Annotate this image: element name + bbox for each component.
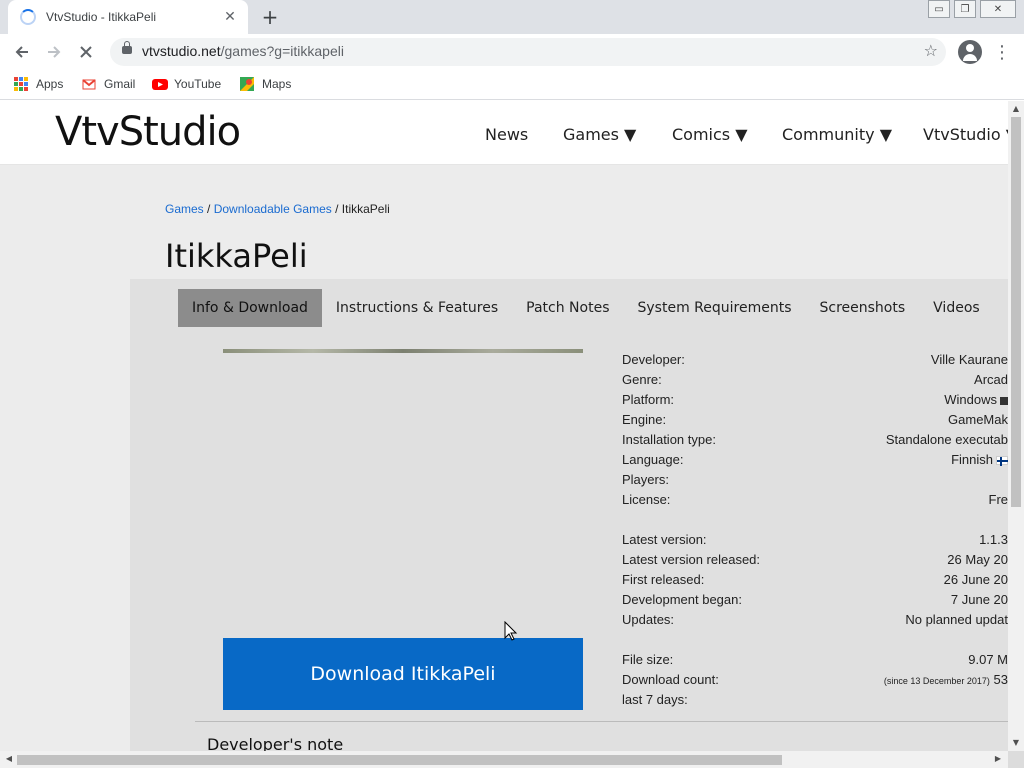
site-logo[interactable]: VtvStudio bbox=[55, 109, 241, 155]
breadcrumb-games[interactable]: Games bbox=[165, 202, 204, 216]
loading-spinner-icon bbox=[20, 9, 36, 25]
tab-title: VtvStudio - ItikkaPeli bbox=[46, 10, 157, 24]
media-viewer[interactable] bbox=[223, 349, 583, 353]
bookmarks-bar: Apps Gmail YouTube Maps bbox=[0, 70, 1024, 100]
scroll-right-icon[interactable]: ▶ bbox=[990, 754, 1006, 763]
browser-tab[interactable]: VtvStudio - ItikkaPeli ✕ bbox=[8, 0, 248, 34]
nav-games[interactable]: Games ▼ bbox=[563, 125, 636, 144]
bookmark-gmail[interactable]: Gmail bbox=[82, 77, 135, 91]
breadcrumb-downloadable-games[interactable]: Downloadable Games bbox=[214, 202, 332, 216]
youtube-icon bbox=[152, 77, 168, 91]
scroll-left-icon[interactable]: ◀ bbox=[1, 754, 17, 763]
nav-comics[interactable]: Comics ▼ bbox=[672, 125, 748, 144]
mouse-cursor-icon bbox=[504, 621, 518, 641]
nav-community[interactable]: Community ▼ bbox=[782, 125, 892, 144]
minimize-button[interactable]: ▭ bbox=[928, 0, 950, 18]
bookmark-apps[interactable]: Apps bbox=[14, 77, 63, 91]
restore-button[interactable]: ❐ bbox=[954, 0, 976, 18]
tab-screenshots[interactable]: Screenshots bbox=[806, 289, 920, 327]
vertical-scrollbar[interactable]: ▲ ▼ bbox=[1008, 101, 1024, 751]
maps-icon bbox=[240, 77, 254, 91]
tab-strip: VtvStudio - ItikkaPeli ✕ + ▭ ❐ ✕ bbox=[0, 0, 1024, 34]
site-header: VtvStudio News Games ▼ Comics ▼ Communit… bbox=[0, 101, 1008, 165]
nav-vtvstudio[interactable]: VtvStudio ▼ bbox=[923, 125, 1008, 144]
game-tabs: Info & Download Instructions & Features … bbox=[178, 289, 1024, 327]
scrollbar-corner bbox=[1008, 751, 1024, 768]
bookmark-maps[interactable]: Maps bbox=[240, 77, 291, 91]
scroll-up-icon[interactable]: ▲ bbox=[1008, 104, 1024, 113]
breadcrumb-current: ItikkaPeli bbox=[341, 202, 390, 216]
scroll-down-icon[interactable]: ▼ bbox=[1008, 738, 1024, 747]
tab-patch-notes[interactable]: Patch Notes bbox=[512, 289, 623, 327]
close-window-button[interactable]: ✕ bbox=[980, 0, 1016, 18]
vertical-scroll-thumb[interactable] bbox=[1011, 117, 1021, 507]
horizontal-scroll-thumb[interactable] bbox=[17, 755, 782, 765]
bookmark-youtube[interactable]: YouTube bbox=[152, 77, 221, 91]
close-tab-icon[interactable]: ✕ bbox=[220, 7, 240, 27]
apps-grid-icon bbox=[14, 77, 28, 91]
lock-icon bbox=[122, 41, 132, 54]
gmail-icon bbox=[82, 77, 96, 91]
address-bar[interactable]: vtvstudio.net/games?g=itikkapeli ☆ bbox=[110, 38, 946, 66]
download-button[interactable]: Download ItikkaPeli bbox=[223, 638, 583, 710]
url-text[interactable]: vtvstudio.net/games?g=itikkapeli bbox=[142, 43, 344, 59]
new-tab-button[interactable]: + bbox=[258, 5, 282, 29]
nav-news[interactable]: News bbox=[485, 125, 528, 144]
tab-videos[interactable]: Videos bbox=[919, 289, 994, 327]
breadcrumb: Games / Downloadable Games / ItikkaPeli bbox=[165, 202, 390, 216]
page-title: ItikkaPeli bbox=[165, 237, 308, 275]
browser-menu-icon[interactable]: ⋮ bbox=[992, 40, 1012, 64]
forward-arrow-icon[interactable] bbox=[42, 40, 66, 64]
profile-avatar-icon[interactable] bbox=[958, 40, 982, 64]
stop-loading-icon[interactable] bbox=[74, 40, 98, 64]
tab-instructions-features[interactable]: Instructions & Features bbox=[322, 289, 512, 327]
horizontal-scrollbar[interactable]: ◀ ▶ bbox=[0, 751, 1008, 768]
back-arrow-icon[interactable] bbox=[10, 40, 34, 64]
tab-info-download[interactable]: Info & Download bbox=[178, 289, 322, 327]
bookmark-star-icon[interactable]: ☆ bbox=[924, 41, 938, 60]
tab-system-requirements[interactable]: System Requirements bbox=[624, 289, 806, 327]
